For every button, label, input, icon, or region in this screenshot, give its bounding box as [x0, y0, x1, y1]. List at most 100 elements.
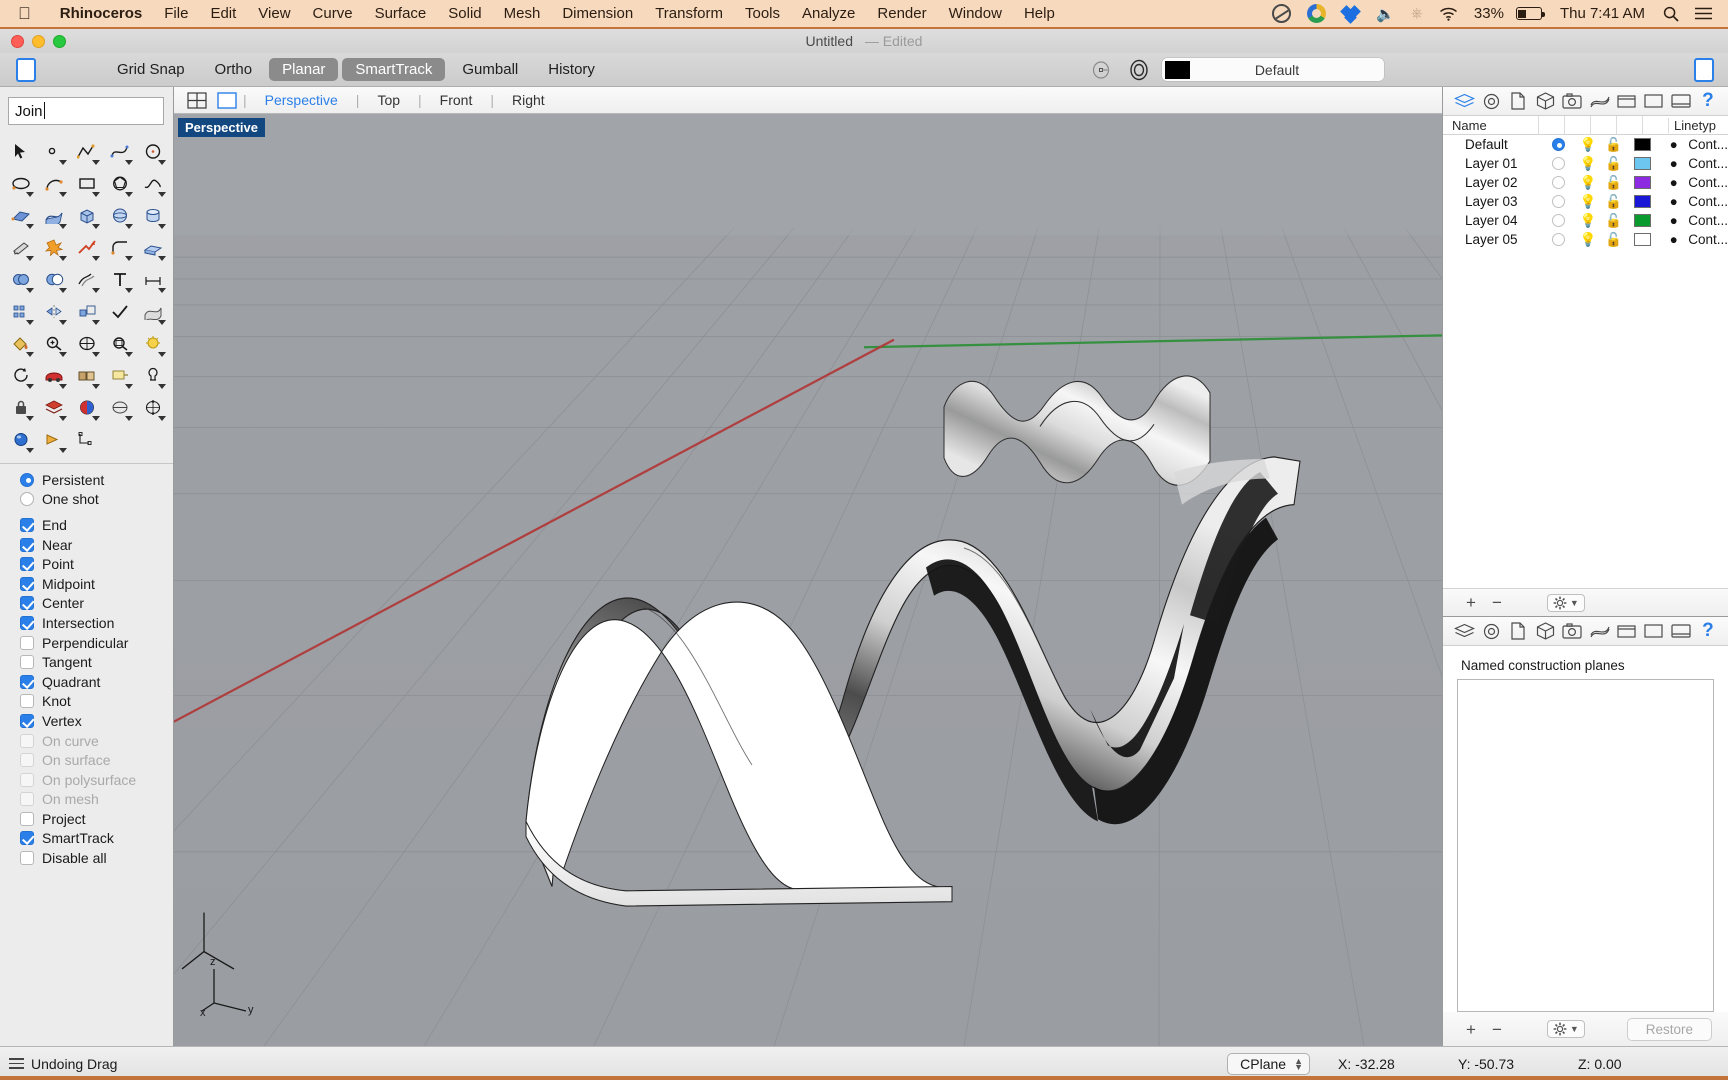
layer-color-swatch[interactable]: [1626, 214, 1659, 227]
block-icon[interactable]: [70, 359, 103, 391]
drive-sync-icon[interactable]: [1299, 4, 1334, 23]
layer-visibility-icon[interactable]: 💡: [1576, 213, 1601, 229]
layer-visibility-icon[interactable]: 💡: [1576, 137, 1601, 153]
osnap-mode-one-shot[interactable]: One shot: [20, 490, 173, 510]
offset-icon[interactable]: [70, 263, 103, 295]
checkbox-point[interactable]: [20, 557, 34, 571]
dim-layout-icon[interactable]: [70, 423, 103, 455]
layer-name[interactable]: Layer 04: [1443, 213, 1541, 228]
menu-item-curve[interactable]: Curve: [302, 5, 364, 22]
column-header-name[interactable]: Name: [1443, 118, 1538, 133]
surface-from-curves-icon[interactable]: [4, 199, 37, 231]
cplane-selector[interactable]: CPlane ▲▼: [1227, 1053, 1310, 1075]
display-mode-icon[interactable]: [1669, 620, 1693, 642]
radio-persistent[interactable]: [20, 473, 34, 487]
help-icon[interactable]: ?: [1696, 90, 1720, 112]
rectangle-icon[interactable]: [70, 167, 103, 199]
layer-color-swatch[interactable]: [1626, 157, 1659, 170]
layer-lock-icon[interactable]: 🔓: [1601, 232, 1626, 248]
layers-options-button[interactable]: ▼: [1547, 594, 1585, 612]
tab-front[interactable]: Front: [427, 92, 486, 108]
properties-icon[interactable]: [1479, 620, 1503, 642]
material-selector[interactable]: Default: [1162, 58, 1384, 81]
osnap-tangent[interactable]: Tangent: [20, 652, 173, 672]
polyline-icon[interactable]: [70, 135, 103, 167]
trim-icon[interactable]: [4, 231, 37, 263]
menu-item-window[interactable]: Window: [938, 5, 1013, 22]
point-object-icon[interactable]: [37, 135, 70, 167]
control-points-icon[interactable]: [136, 391, 169, 423]
menu-item-tools[interactable]: Tools: [734, 5, 791, 22]
menu-item-dimension[interactable]: Dimension: [551, 5, 644, 22]
checkbox-knot[interactable]: [20, 694, 34, 708]
annotation-icon[interactable]: [103, 359, 136, 391]
current-layer-radio[interactable]: [1552, 195, 1565, 208]
bluetooth-icon[interactable]: ⎈: [1403, 5, 1431, 22]
arc-icon[interactable]: [37, 167, 70, 199]
tab-right[interactable]: Right: [499, 92, 558, 108]
toggle-grid-snap[interactable]: Grid Snap: [104, 58, 198, 81]
layer-name[interactable]: Layer 05: [1443, 232, 1541, 247]
array-icon[interactable]: [4, 295, 37, 327]
named-views-icon[interactable]: [1615, 620, 1639, 642]
cplane-options-button[interactable]: ▼: [1547, 1020, 1585, 1038]
display-icon[interactable]: [1587, 90, 1611, 112]
osnap-center[interactable]: Center: [20, 594, 173, 614]
toggle-ortho[interactable]: Ortho: [202, 58, 266, 81]
perspective-viewport[interactable]: Perspective: [174, 114, 1442, 1046]
pan-icon[interactable]: [70, 327, 103, 359]
menu-item-analyze[interactable]: Analyze: [791, 5, 866, 22]
checkbox-project[interactable]: [20, 812, 34, 826]
table-row[interactable]: Layer 04 💡 🔓 ● Cont...: [1443, 211, 1728, 230]
layer-name[interactable]: Layer 03: [1443, 194, 1541, 209]
checkbox-end[interactable]: [20, 518, 34, 532]
camera-icon[interactable]: [1560, 620, 1584, 642]
dropbox-icon[interactable]: [1334, 5, 1368, 23]
mirror-icon[interactable]: [37, 295, 70, 327]
tab-top[interactable]: Top: [364, 92, 413, 108]
osnap-mode-persistent[interactable]: Persistent: [20, 470, 173, 490]
display-mode-tool-icon[interactable]: [103, 391, 136, 423]
checkbox-near[interactable]: [20, 538, 34, 552]
extrude-icon[interactable]: [136, 231, 169, 263]
curve-icon[interactable]: [103, 135, 136, 167]
osnap-project[interactable]: Project: [20, 809, 173, 829]
paint-bucket-icon[interactable]: [4, 327, 37, 359]
zoom-extents-icon[interactable]: [103, 327, 136, 359]
checkbox-tangent[interactable]: [20, 655, 34, 669]
layer-state-icon[interactable]: [1090, 57, 1116, 83]
viewport-name-label[interactable]: Perspective: [178, 118, 265, 137]
add-cplane-button[interactable]: +: [1459, 1021, 1483, 1038]
camera-tool-icon[interactable]: [37, 423, 70, 455]
polygon-icon[interactable]: [103, 167, 136, 199]
layers-tool-icon[interactable]: [37, 391, 70, 423]
osnap-end[interactable]: End: [20, 515, 173, 535]
menu-item-surface[interactable]: Surface: [364, 5, 438, 22]
toggle-smarttrack[interactable]: SmartTrack: [342, 58, 445, 81]
menu-item-transform[interactable]: Transform: [644, 5, 734, 22]
layer-lock-icon[interactable]: 🔓: [1601, 194, 1626, 210]
menu-item-edit[interactable]: Edit: [199, 5, 247, 22]
boolean-difference-icon[interactable]: [37, 263, 70, 295]
loft-surface-icon[interactable]: [37, 199, 70, 231]
toggle-gumball[interactable]: Gumball: [449, 58, 531, 81]
zoom-in-icon[interactable]: [37, 327, 70, 359]
layer-linetype[interactable]: Cont...: [1688, 175, 1728, 190]
material-color-swatch[interactable]: [1165, 61, 1190, 79]
layer-linetype[interactable]: Cont...: [1688, 213, 1728, 228]
osnap-smarttrack[interactable]: SmartTrack: [20, 829, 173, 849]
notes-icon[interactable]: [1506, 90, 1530, 112]
layer-visibility-icon[interactable]: 💡: [1576, 156, 1601, 172]
control-center-icon[interactable]: [1687, 7, 1728, 20]
boolean-union-icon[interactable]: [4, 263, 37, 295]
menu-item-rhinoceros[interactable]: Rhinoceros: [49, 5, 154, 22]
checkbox-intersection[interactable]: [20, 616, 34, 630]
display-mode-icon[interactable]: [1669, 90, 1693, 112]
lock-icon[interactable]: [4, 391, 37, 423]
dimension-tool-icon[interactable]: [136, 263, 169, 295]
hamburger-icon[interactable]: [9, 1058, 24, 1068]
layer-material-icon[interactable]: ●: [1659, 213, 1688, 228]
layer-visibility-icon[interactable]: 💡: [1576, 175, 1601, 191]
close-button[interactable]: [11, 35, 24, 48]
layers-icon[interactable]: [1452, 620, 1476, 642]
